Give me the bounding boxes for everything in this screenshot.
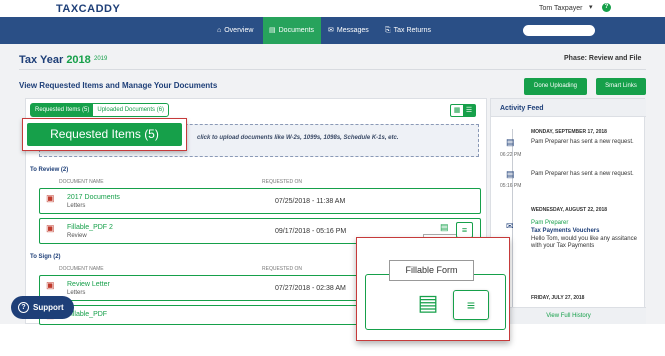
divider [19, 69, 646, 70]
pdf-icon: ▣ [46, 223, 55, 233]
to-sign-label: To Sign (2) [30, 254, 61, 260]
document-name[interactable]: Review Letter [67, 281, 110, 288]
feed-time: 06:22 PM [500, 152, 522, 158]
fillable-form-icon[interactable]: ▤ [440, 222, 449, 233]
requested-date: 09/17/2018 - 05:16 PM [275, 228, 347, 235]
feed-text: Hello Tom, would you like any assitance … [531, 236, 637, 249]
feed-date: FRIDAY, JULY 27, 2018 [531, 295, 585, 301]
section-subtitle: View Requested Items and Manage Your Doc… [19, 81, 218, 90]
activity-feed-title: Activity Feed [500, 105, 544, 112]
nav-documents[interactable]: ▤ Documents [263, 17, 321, 44]
tab-uploaded-documents[interactable]: Uploaded Documents (6) [93, 104, 168, 116]
menu-icon[interactable]: ≡ [456, 222, 473, 238]
col-document-name: DOCUMENT NAME [59, 179, 104, 185]
chevron-down-icon[interactable]: ▾ [589, 3, 593, 11]
feed-date: MONDAY, SEPTEMBER 17, 2018 [531, 129, 607, 135]
page-body: Tax Year 2018 2019 Phase: Review and Fil… [0, 44, 665, 325]
menu-icon[interactable]: ≡ [453, 290, 489, 320]
message-icon: ✉ [506, 221, 514, 231]
requested-items-callout-button[interactable]: Requested Items (5) [27, 123, 182, 146]
document-tabs: Requested Items (5) Uploaded Documents (… [30, 103, 170, 117]
message-icon: ✉ [328, 27, 334, 34]
document-name[interactable]: Fillable_PDF 2 [67, 224, 113, 231]
feed-sender: Pam Preparer [531, 220, 569, 226]
year-switch-2019[interactable]: 2019 [94, 56, 107, 62]
list-view-icon[interactable]: ☰ [463, 105, 475, 116]
fillable-form-icon[interactable]: ▤ [417, 288, 439, 318]
document-category: Letters [67, 203, 86, 209]
activity-feed-footer: View Full History [491, 307, 646, 324]
support-button[interactable]: ? Support [11, 296, 74, 319]
taxcaddy-logo[interactable]: TAXCADDY [56, 3, 120, 15]
document-category: Letters [67, 290, 86, 296]
search-input[interactable] [523, 25, 595, 36]
feed-text: Pam Preparer has sent a new request. [531, 139, 634, 145]
view-toggle: ▦ ☰ [450, 104, 476, 117]
feed-time: 05:16 PM [500, 183, 522, 189]
tax-return-icon: ⎘ [385, 27, 391, 34]
pdf-icon: ▣ [46, 280, 55, 290]
feed-text: Pam Preparer has sent a new request. [531, 171, 634, 177]
col-document-name: DOCUMENT NAME [59, 266, 104, 272]
to-review-label: To Review (2) [30, 167, 69, 173]
nav-tax-returns[interactable]: ⎘ Tax Returns [385, 17, 431, 44]
main-nav: ⌂ Overview ▤ Documents ✉ Messages ⎘ Tax Retu… [0, 17, 665, 44]
fillable-form-tooltip-large: Fillable Form [389, 260, 474, 281]
document-name[interactable]: 2017 Documents [67, 194, 120, 201]
dropzone-text: click to upload documents like W-2s, 109… [197, 135, 399, 141]
activity-feed-header: Activity Feed [491, 99, 646, 117]
nav-overview[interactable]: ⌂ Overview [213, 17, 257, 44]
top-header: TAXCADDY Tom Taxpayer ▾ ? [0, 0, 665, 17]
fillable-form-zoom-callout: Fillable Form ▤ ≡ [356, 237, 510, 341]
document-icon: ▤ [506, 137, 515, 147]
done-uploading-button[interactable]: Done Uploading [524, 78, 587, 95]
col-requested-on: REQUESTED ON [262, 266, 303, 272]
home-icon: ⌂ [217, 27, 222, 34]
smart-links-button[interactable]: Smart Links [596, 78, 646, 95]
document-icon: ▤ [506, 169, 515, 179]
page-title: Tax Year 2018 [19, 54, 91, 66]
table-row[interactable]: ▣ 2017 Documents Letters 07/25/2018 - 11… [39, 188, 481, 214]
activity-feed: Activity Feed MONDAY, SEPTEMBER 17, 2018… [490, 98, 646, 324]
requested-date: 07/27/2018 - 02:38 AM [275, 285, 346, 292]
view-full-history-link[interactable]: View Full History [491, 313, 646, 319]
requested-items-callout: Requested Items (5) [22, 118, 187, 151]
document-icon: ▤ [269, 27, 276, 34]
requested-date: 07/25/2018 - 11:38 AM [275, 198, 346, 205]
help-icon[interactable]: ? [602, 3, 611, 12]
phase-label: Phase: Review and File [564, 55, 642, 62]
question-icon: ? [18, 302, 29, 313]
nav-messages[interactable]: ✉ Messages [328, 17, 369, 44]
user-menu[interactable]: Tom Taxpayer [539, 5, 582, 12]
document-category: Review [67, 233, 87, 239]
feed-date: WEDNESDAY, AUGUST 22, 2018 [531, 207, 608, 213]
grid-view-icon[interactable]: ▦ [451, 105, 463, 116]
feed-subject[interactable]: Tax Payments Vouchers [531, 228, 599, 234]
col-requested-on: REQUESTED ON [262, 179, 303, 185]
tab-requested-items[interactable]: Requested Items (5) [31, 104, 94, 116]
pdf-icon: ▣ [46, 193, 55, 203]
